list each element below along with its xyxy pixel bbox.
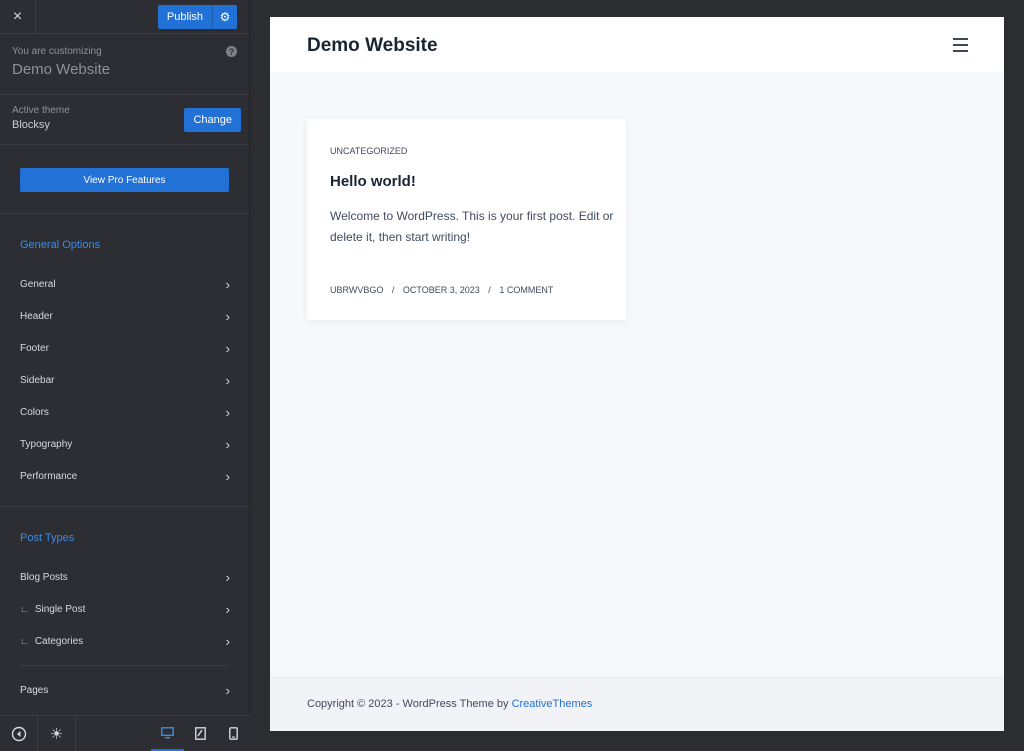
chevron-right-icon: › [225, 569, 230, 585]
chevron-right-icon: › [225, 372, 230, 388]
section-divider [0, 506, 250, 507]
menu-item-label: Typography [20, 438, 73, 450]
hide-controls-button[interactable] [0, 716, 38, 751]
menu-item-label: Pages [20, 684, 49, 696]
menu-item-label: Sidebar [20, 374, 55, 386]
chevron-right-icon: › [225, 340, 230, 356]
site-footer: Copyright © 2023 - WordPress Theme by Cr… [270, 677, 1004, 731]
gear-icon: ⚙ [219, 10, 231, 24]
menu-item-label: Performance [20, 470, 78, 482]
sun-icon: ☀ [49, 725, 64, 743]
hamburger-line [953, 50, 968, 52]
post-date[interactable]: OCTOBER 3, 2023 [403, 285, 480, 295]
post-comments[interactable]: 1 COMMENT [499, 285, 553, 295]
chevron-right-icon: › [225, 468, 230, 484]
chevron-right-icon: › [225, 682, 230, 698]
chevron-right-icon: › [225, 601, 230, 617]
customizing-site-name: Demo Website [12, 61, 111, 78]
post-author[interactable]: UBRWVBGO [330, 285, 383, 295]
pro-features-area: View Pro Features [0, 145, 249, 214]
menu-item-footer[interactable]: Footer › [0, 332, 250, 364]
menu-item-performance[interactable]: Performance › [0, 460, 250, 492]
menu-item-label: General [20, 278, 56, 290]
customizing-label: You are customizing [12, 46, 102, 57]
menu-item-label: Colors [20, 406, 49, 418]
customizer-topbar: × Publish ⚙ [0, 0, 249, 34]
chevron-right-icon: › [225, 633, 230, 649]
post-excerpt: Welcome to WordPress. This is your first… [330, 209, 614, 244]
section-divider [20, 665, 229, 666]
desktop-icon [161, 726, 174, 738]
menu-item-typography[interactable]: Typography › [0, 428, 250, 460]
close-icon: × [12, 7, 23, 25]
collapse-icon [11, 726, 26, 741]
chevron-right-icon: › [225, 276, 230, 292]
chevron-right-icon: › [225, 404, 230, 420]
post-meta: UBRWVBGO / OCTOBER 3, 2023 / 1 COMMENT [330, 285, 553, 295]
sub-item-marker: ∟ [20, 636, 29, 646]
post-title[interactable]: Hello world! [330, 173, 416, 190]
post-category[interactable]: UNCATEGORIZED [330, 146, 407, 156]
post-types-title: Post Types [20, 532, 75, 544]
help-icon[interactable]: ? [226, 46, 237, 57]
menu-item-label: Categories [34, 635, 84, 647]
site-preview: Demo Website UNCATEGORIZED Hello world! … [270, 17, 1004, 731]
meta-separator: / [391, 285, 395, 295]
general-options-title: General Options [20, 239, 101, 251]
footer-copyright: Copyright © 2023 - WordPress Theme by Cr… [307, 698, 592, 710]
preview-desktop-button[interactable] [151, 716, 184, 751]
menu-item-single-post[interactable]: ∟ Single Post › [0, 593, 250, 625]
customizer-bottom-bar: ☀ [0, 715, 250, 751]
menu-item-sidebar[interactable]: Sidebar › [0, 364, 250, 396]
post-card: UNCATEGORIZED Hello world! Welcome to Wo… [307, 119, 626, 320]
hamburger-line [953, 44, 968, 46]
site-header: Demo Website [270, 17, 1004, 72]
menu-item-colors[interactable]: Colors › [0, 396, 250, 428]
change-theme-button[interactable]: Change [184, 108, 241, 132]
menu-item-label: Blog Posts [20, 571, 68, 583]
menu-item-label: Footer [20, 342, 49, 354]
menu-item-label: Header [20, 310, 53, 322]
menu-item-categories[interactable]: ∟ Categories › [0, 625, 250, 657]
meta-separator: / [488, 285, 491, 295]
sub-item-marker: ∟ [20, 604, 29, 614]
color-mode-toggle[interactable]: ☀ [38, 716, 76, 751]
publish-settings-button[interactable]: ⚙ [212, 5, 237, 29]
menu-item-header[interactable]: Header › [0, 300, 250, 332]
chevron-right-icon: › [225, 308, 230, 324]
chevron-right-icon: › [225, 436, 230, 452]
menu-item-general[interactable]: General › [0, 268, 250, 300]
mobile-icon [229, 727, 238, 740]
tablet-icon [195, 727, 206, 740]
close-customizer-button[interactable]: × [0, 0, 36, 34]
customizing-info: You are customizing Demo Website ? [0, 34, 249, 95]
footer-theme-link[interactable]: CreativeThemes [512, 698, 593, 710]
publish-group: Publish ⚙ [157, 5, 237, 29]
active-theme-box: Active theme Blocksy Change [0, 95, 249, 145]
site-title[interactable]: Demo Website [307, 35, 438, 57]
menu-item-label: Single Post [34, 603, 86, 615]
hamburger-line [953, 38, 968, 40]
menu-item-pages[interactable]: Pages › [0, 674, 250, 706]
preview-mobile-button[interactable] [217, 716, 250, 751]
footer-copyright-text: Copyright © 2023 - WordPress Theme by [307, 698, 512, 710]
menu-toggle-button[interactable] [953, 38, 968, 56]
preview-tablet-button[interactable] [184, 716, 217, 751]
menu-item-blog-posts[interactable]: Blog Posts › [0, 561, 250, 593]
publish-button[interactable]: Publish [157, 5, 212, 29]
customizer-sidebar: × Publish ⚙ You are customizing Demo Web… [0, 0, 250, 751]
view-pro-features-button[interactable]: View Pro Features [20, 168, 229, 192]
